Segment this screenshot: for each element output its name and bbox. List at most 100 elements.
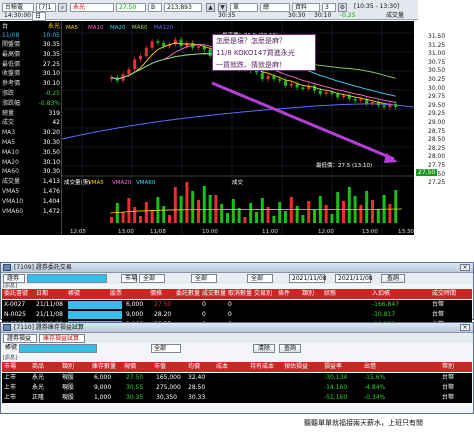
account-field[interactable] [19,344,97,353]
volume-bar [144,202,148,223]
inv-market: 上市 [4,374,17,381]
inventory-header-cell[interactable]: 庫存數量 [92,362,116,372]
order-qty: 9,000 [126,311,144,318]
panel-row: MA60 30.30 [2,167,60,176]
filter-all-3[interactable]: 全部 [247,274,273,283]
inventory-header-cell[interactable]: 市場 [4,362,16,372]
select-all[interactable]: 全部 [151,344,181,353]
volume-bar [376,209,380,223]
order-section: [訊息] [3,283,17,289]
panel-row: MA10 30.50 [2,148,60,157]
inventory-row[interactable]: 上市 正隆 現股 1,000 30.35 30,350 30.33 -51,160 -0.34%… [2,393,472,403]
quote-toolbar: 台積電 [7]1 ⌕ 永光 27.50 B 213,893 ▲ ▼ 單 總 資料… [0,0,418,21]
inv-plr: -0.34% [364,394,386,401]
inv-price: 30.55 [126,384,144,391]
period-selector[interactable]: 日 [32,12,46,21]
quote-info-panel: 台 永光 11/08 10:05 開盤價 30.35 最高價 30.35 最低價 27.2… [0,21,62,235]
clear-button[interactable]: 清除 [253,344,275,353]
inventory-header-cell[interactable]: 幣別 [442,362,454,372]
inventory-header-cell[interactable]: 預估損益 [284,362,308,372]
inventory-tabs: 證券損益 庫存損益試算 [1,333,473,343]
inventory-row[interactable]: 上市 永光 現股 6,000 27.50 165,000 32.40 -30,134 -15.6… [2,373,472,383]
order-id: N-0025 [4,311,26,318]
filter-type[interactable]: 證券 [3,274,25,283]
account-field[interactable] [27,274,107,283]
search-icon[interactable]: ⌕ [58,3,67,12]
candle-body [359,98,363,101]
order-header-cell[interactable]: 取消數量 [228,289,252,299]
filter-all-2[interactable]: 全部 [191,274,217,283]
inv-price: 30.35 [126,394,144,401]
inventory-row[interactable]: 上市 永光 現股 9,000 30.55 275,000 28.50 -14,160 -4.84… [2,383,472,393]
candle-body [301,87,305,89]
order-header-cell[interactable]: 入扣帳 [372,289,390,299]
order-cancel: 0 [228,301,232,308]
change-label: -0.25 [340,12,356,19]
stock-code-field[interactable]: [7]1 [36,3,56,12]
settings-icon[interactable]: ⚙ [338,3,347,12]
inventory-header-cell[interactable]: 市值 [154,362,166,372]
order-header-cell[interactable]: 成交時間 [432,289,456,299]
order-window-title: [7109] 證券委託交易 × [1,263,473,273]
date-from[interactable]: 2021/11/08 [289,274,327,283]
inventory-header-cell[interactable]: 持有成本 [250,362,274,372]
panel-row-value: 30.10 [42,70,60,78]
panel-row-label: MA10 [2,148,19,156]
query-button[interactable]: 查詢 [279,344,301,353]
candle-body [324,92,328,94]
total-label[interactable]: 總 [260,3,290,12]
order-header-cell[interactable]: 成交數量 [202,289,226,299]
panel-row-value: 30.30 [42,139,60,146]
down-icon[interactable]: ▼ [218,3,227,12]
order-header-cell[interactable]: 價格 [150,289,162,299]
order-header-cell[interactable]: 委託數量 [176,289,200,299]
order-header-cell[interactable]: 交易別 [254,289,272,299]
stock-name-field[interactable]: 永光 [70,3,114,12]
panel-row: MA3 30.20 [2,128,60,137]
tick-label[interactable]: 單 [230,3,258,12]
order-header-cell[interactable]: 股票 [110,289,122,299]
candle-body [289,84,293,86]
inventory-header-cell[interactable]: 成本 [216,362,228,372]
current-price-tag: 27.50 [416,169,438,176]
close-icon[interactable]: × [460,264,470,271]
symbol-selector[interactable]: 台積電 [2,3,34,12]
inventory-window-title: [7110] 證券庫存損益試算 × [1,323,473,333]
volume-bar [342,201,345,223]
data-label[interactable]: 資料 [292,3,320,12]
up-icon[interactable]: ▲ [206,3,215,12]
inv-qty: 6,000 [94,374,112,381]
date-to[interactable]: 2021/11/08 [335,274,373,283]
inv-market: 上市 [4,394,17,401]
inventory-header-cell[interactable]: 均價 [188,362,200,372]
tab-inventory[interactable]: 庫存損益試算 [39,334,85,343]
order-header-cell[interactable]: 條件 [278,289,290,299]
inventory-header-cell[interactable]: 現價 [124,362,136,372]
close-icon[interactable]: × [460,324,470,331]
inventory-header-cell[interactable]: 類別 [62,362,74,372]
order-row[interactable]: N-0025 21/11/08 9,000 28.20 0 0 -10,817 台幣 [2,310,472,320]
volume-bar [295,206,299,223]
inventory-header-cell[interactable]: 出借 [364,362,376,372]
panel-row-value: 30.10 [42,80,60,88]
order-header-cell[interactable]: 委託書號 [4,289,28,299]
filter-all-1[interactable]: 全部 [139,274,165,283]
inventory-header-cell[interactable]: 商品 [32,362,44,372]
tab-pl[interactable]: 證券損益 [3,334,37,343]
order-header-cell[interactable]: 日期 [36,289,48,299]
volume-bar [173,187,177,223]
order-header-cell[interactable]: 狀態 [324,289,336,299]
panel-datetime: 11/08 10:05 [2,32,60,39]
panel-row: VMA60 1,472 [2,207,60,216]
order-header-cell[interactable]: 類別 [302,289,314,299]
filter-market[interactable]: 市場 [121,274,137,283]
inv-price: 27.50 [126,374,144,381]
inventory-header-cell[interactable]: 損益率 [324,362,342,372]
ref-field[interactable]: 3 [322,3,336,12]
price-field: 27.50 [116,3,146,12]
inv-qty: 1,000 [94,394,112,401]
query-button[interactable]: 查詢 [381,274,405,283]
volume-bar [191,191,195,223]
order-row[interactable]: X-0027 21/11/08 6,000 27.50 0 0 -166,847 台幣 [2,300,472,310]
order-header-cell[interactable]: 帳號 [68,289,80,299]
